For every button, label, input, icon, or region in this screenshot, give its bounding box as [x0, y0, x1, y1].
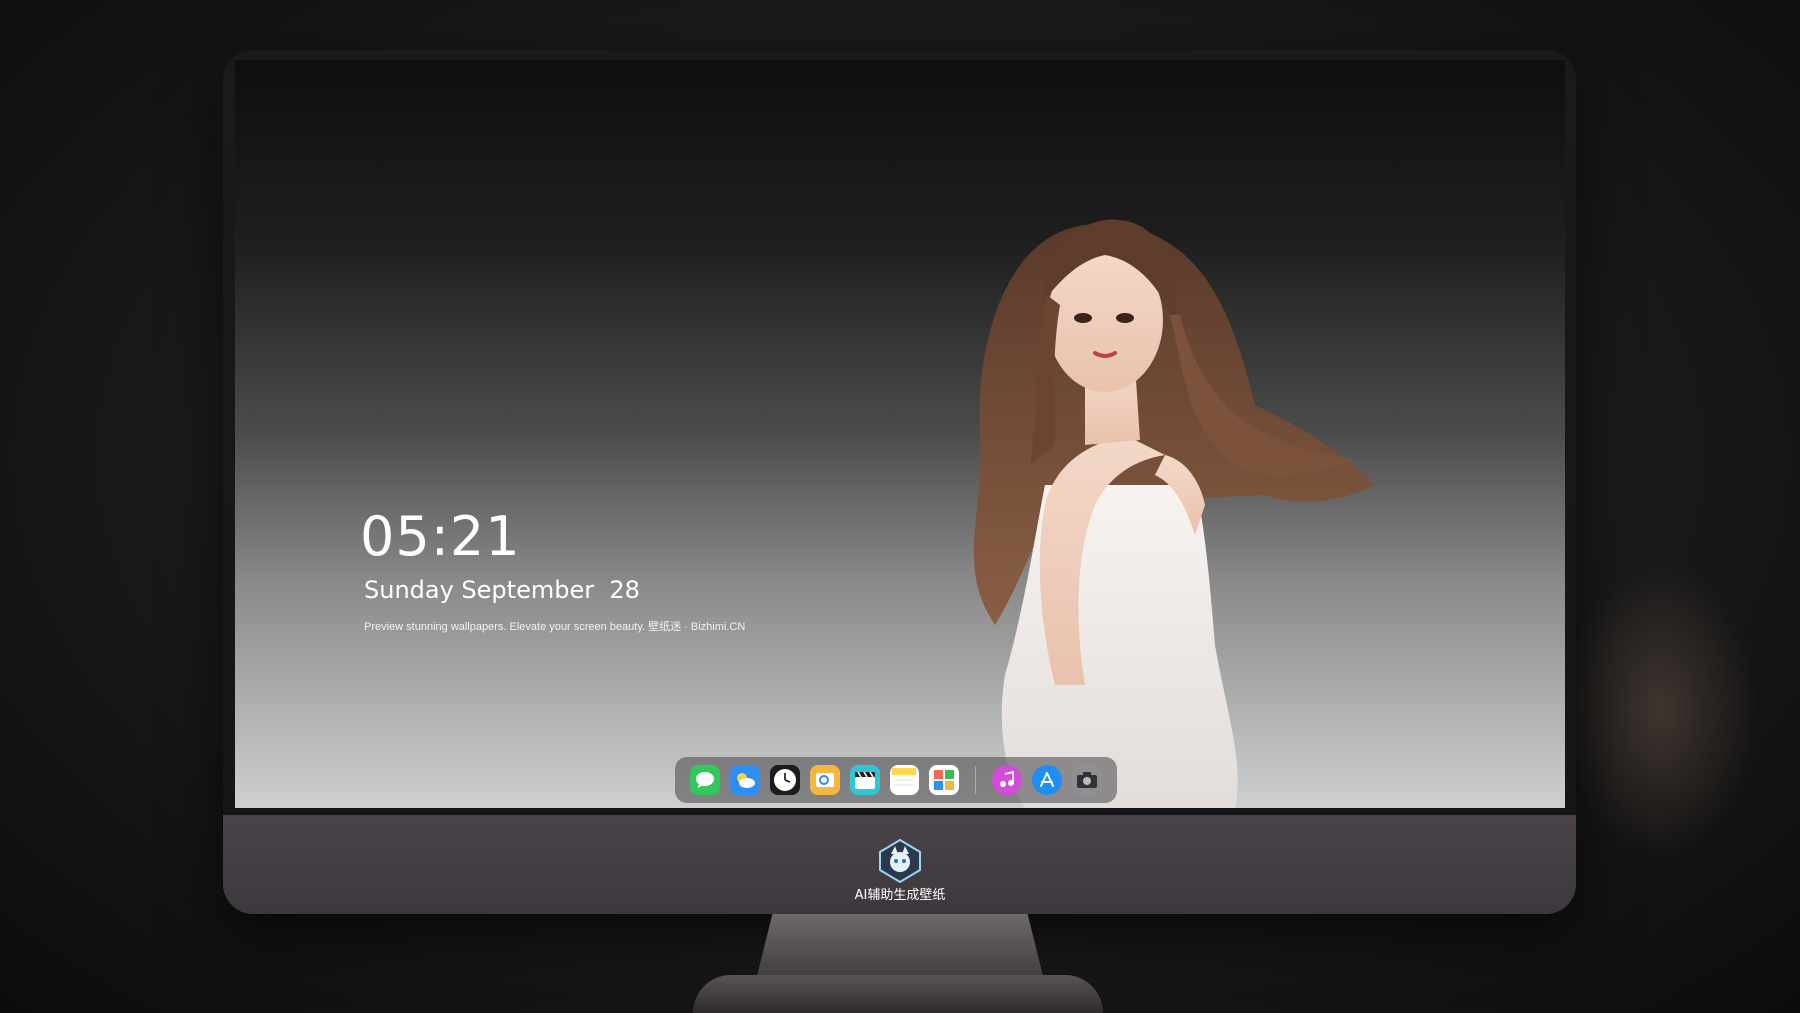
brand-logo — [879, 838, 921, 884]
notes-icon[interactable] — [889, 765, 920, 795]
app-store-icon[interactable] — [1032, 765, 1063, 795]
clock-icon[interactable] — [769, 765, 800, 795]
weather-icon[interactable] — [729, 765, 760, 795]
music-icon[interactable] — [992, 765, 1023, 795]
monitor-stand-base — [693, 975, 1103, 1013]
lockscreen-date: Sunday September 28 — [364, 576, 640, 604]
brand-label: AI辅助生成壁纸 — [854, 888, 946, 903]
dock — [675, 757, 1117, 803]
preview-icon[interactable] — [809, 765, 840, 795]
lockscreen-clock: 05:21 — [360, 505, 521, 568]
photos-icon[interactable] — [929, 765, 960, 795]
wallpaper-figure — [973, 219, 1375, 808]
clapper-icon[interactable] — [849, 765, 880, 795]
camera-icon[interactable] — [1072, 765, 1103, 795]
background-glow — [1560, 560, 1760, 860]
lockscreen-tagline: Preview stunning wallpapers. Elevate you… — [364, 621, 746, 633]
dock-separator — [975, 766, 977, 794]
monitor-stand-neck — [755, 914, 1045, 984]
messages-icon[interactable] — [690, 765, 720, 795]
